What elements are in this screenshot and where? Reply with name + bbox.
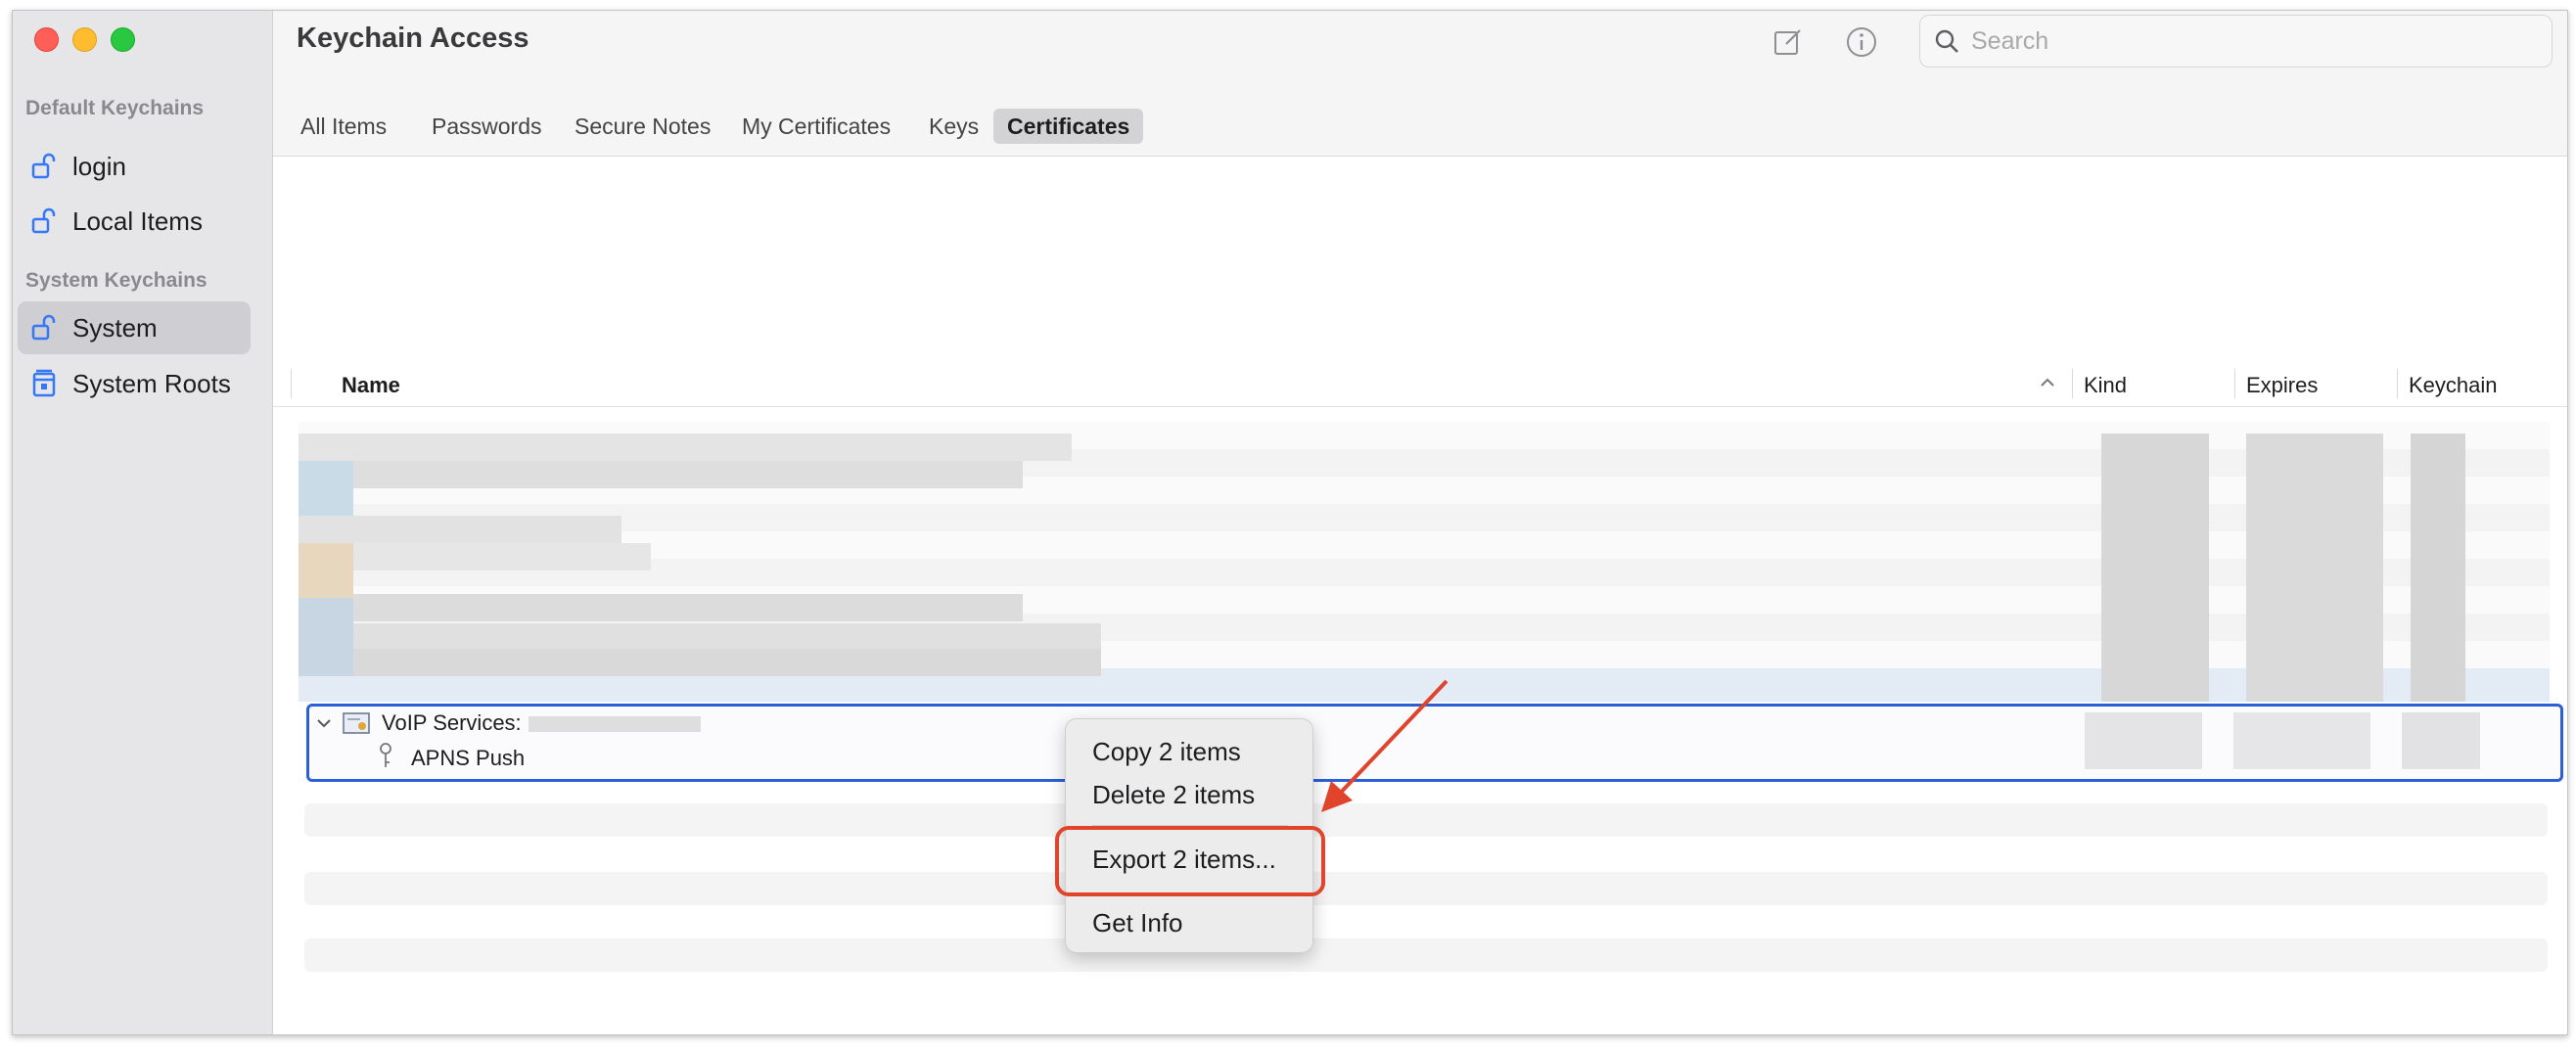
certificate-icon bbox=[343, 711, 370, 740]
unlocked-padlock-icon bbox=[29, 206, 59, 236]
menu-item-copy[interactable]: Copy 2 items bbox=[1092, 737, 1241, 767]
column-expires[interactable]: Expires bbox=[2246, 373, 2318, 398]
toolbar: Keychain Access bbox=[273, 11, 2567, 92]
main-pane: Keychain Access All Items Passwords Secu… bbox=[273, 11, 2567, 1034]
column-kind[interactable]: Kind bbox=[2084, 373, 2127, 398]
column-divider bbox=[2397, 369, 2398, 398]
sidebar-item-local-items[interactable]: Local Items bbox=[18, 195, 251, 248]
table-header: Name Kind Expires Keychain bbox=[273, 361, 2567, 407]
sidebar-item-label: login bbox=[72, 151, 126, 181]
search-icon bbox=[1934, 28, 1959, 54]
unlocked-padlock-icon bbox=[29, 152, 59, 181]
sidebar-item-label: System Roots bbox=[72, 368, 231, 398]
sidebar-item-login[interactable]: login bbox=[18, 140, 251, 193]
menu-item-delete[interactable]: Delete 2 items bbox=[1092, 780, 1255, 810]
column-divider bbox=[2234, 369, 2235, 398]
redacted-rows bbox=[299, 422, 2550, 702]
zoom-window-button[interactable] bbox=[111, 27, 135, 52]
search-input[interactable] bbox=[1969, 25, 2521, 57]
tab-keys[interactable]: Keys bbox=[915, 109, 992, 144]
default-keychains-header: Default Keychains bbox=[25, 97, 205, 119]
column-divider bbox=[2072, 369, 2073, 398]
system-keychains-header: System Keychains bbox=[25, 269, 207, 292]
tab-secure-notes[interactable]: Secure Notes bbox=[561, 109, 724, 144]
column-keychain[interactable]: Keychain bbox=[2409, 373, 2498, 398]
tab-my-certificates[interactable]: My Certificates bbox=[728, 109, 904, 144]
compose-icon[interactable] bbox=[1769, 23, 1808, 62]
sidebar-item-label: Local Items bbox=[72, 206, 203, 236]
annotation-highlight bbox=[1055, 826, 1325, 896]
tab-certificates[interactable]: Certificates bbox=[993, 109, 1144, 144]
info-icon[interactable] bbox=[1842, 23, 1881, 62]
certificate-name: VoIP Services: bbox=[382, 710, 522, 735]
column-divider bbox=[291, 369, 292, 398]
sort-ascending-icon[interactable] bbox=[2038, 373, 2057, 397]
empty-row bbox=[304, 872, 2548, 905]
tab-passwords[interactable]: Passwords bbox=[418, 109, 555, 144]
redacted-text bbox=[529, 716, 701, 732]
tab-all-items[interactable]: All Items bbox=[287, 109, 400, 144]
category-tabs: All Items Passwords Secure Notes My Cert… bbox=[273, 91, 2567, 157]
disclosure-triangle-icon[interactable] bbox=[315, 714, 333, 737]
sidebar: Default Keychains login Local Items Syst… bbox=[13, 11, 273, 1034]
app-title: Keychain Access bbox=[297, 23, 529, 54]
empty-row bbox=[304, 938, 2548, 972]
locked-cabinet-icon bbox=[29, 369, 59, 398]
redacted-expires bbox=[2233, 712, 2370, 769]
private-key-name: APNS Push bbox=[411, 746, 526, 770]
sidebar-item-label: System bbox=[72, 312, 158, 343]
column-name[interactable]: Name bbox=[342, 373, 400, 398]
search-field[interactable] bbox=[1919, 15, 2553, 68]
redacted-kind bbox=[2085, 712, 2202, 769]
close-window-button[interactable] bbox=[34, 27, 59, 52]
sidebar-item-system[interactable]: System bbox=[18, 301, 251, 354]
key-icon bbox=[378, 742, 393, 774]
menu-item-get-info[interactable]: Get Info bbox=[1092, 908, 1183, 938]
unlocked-padlock-icon bbox=[29, 313, 59, 343]
redacted-keychain bbox=[2402, 712, 2480, 769]
annotation-arrow-icon bbox=[1321, 679, 1449, 812]
sidebar-item-system-roots[interactable]: System Roots bbox=[18, 357, 251, 410]
minimize-window-button[interactable] bbox=[72, 27, 97, 52]
